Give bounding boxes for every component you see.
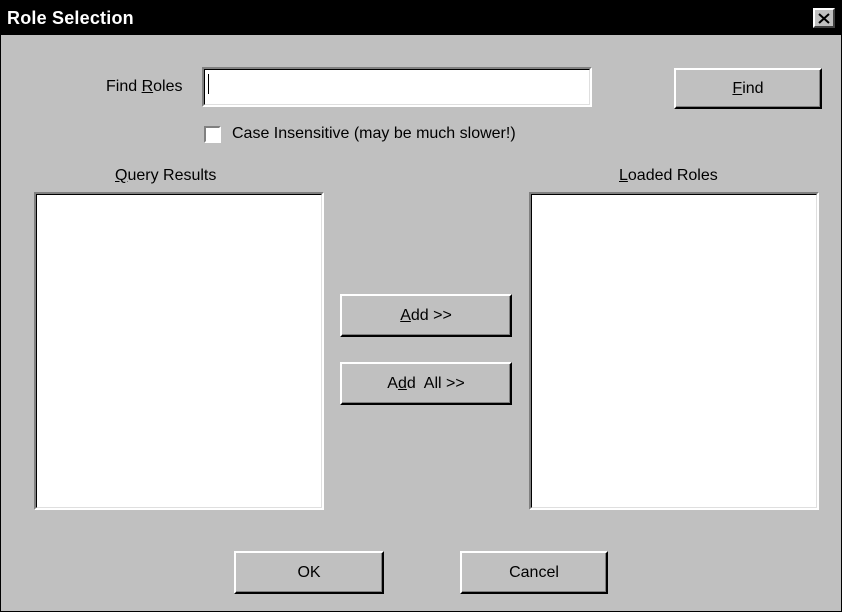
find-roles-label: Find Roles (106, 78, 183, 95)
add-button[interactable]: Add >> (340, 294, 512, 337)
role-selection-dialog: Role Selection Find Roles Find Case Inse… (0, 0, 842, 612)
query-results-list[interactable] (34, 192, 324, 510)
loaded-roles-list[interactable] (529, 192, 819, 510)
close-icon (818, 12, 830, 24)
query-results-label: Query Results (115, 167, 217, 184)
cancel-button[interactable]: Cancel (460, 551, 608, 594)
title-bar[interactable]: Role Selection (1, 1, 841, 35)
ok-button[interactable]: OK (234, 551, 384, 594)
case-insensitive-checkbox[interactable] (204, 126, 221, 143)
find-button[interactable]: Find (674, 68, 822, 109)
window-title: Role Selection (7, 8, 134, 28)
loaded-roles-label: Loaded Roles (619, 167, 718, 184)
close-button[interactable] (813, 8, 835, 28)
add-all-button[interactable]: Add All >> (340, 362, 512, 405)
case-insensitive-label: Case Insensitive (may be much slower!) (232, 125, 516, 142)
text-caret (208, 74, 209, 94)
find-roles-input[interactable] (202, 67, 592, 107)
